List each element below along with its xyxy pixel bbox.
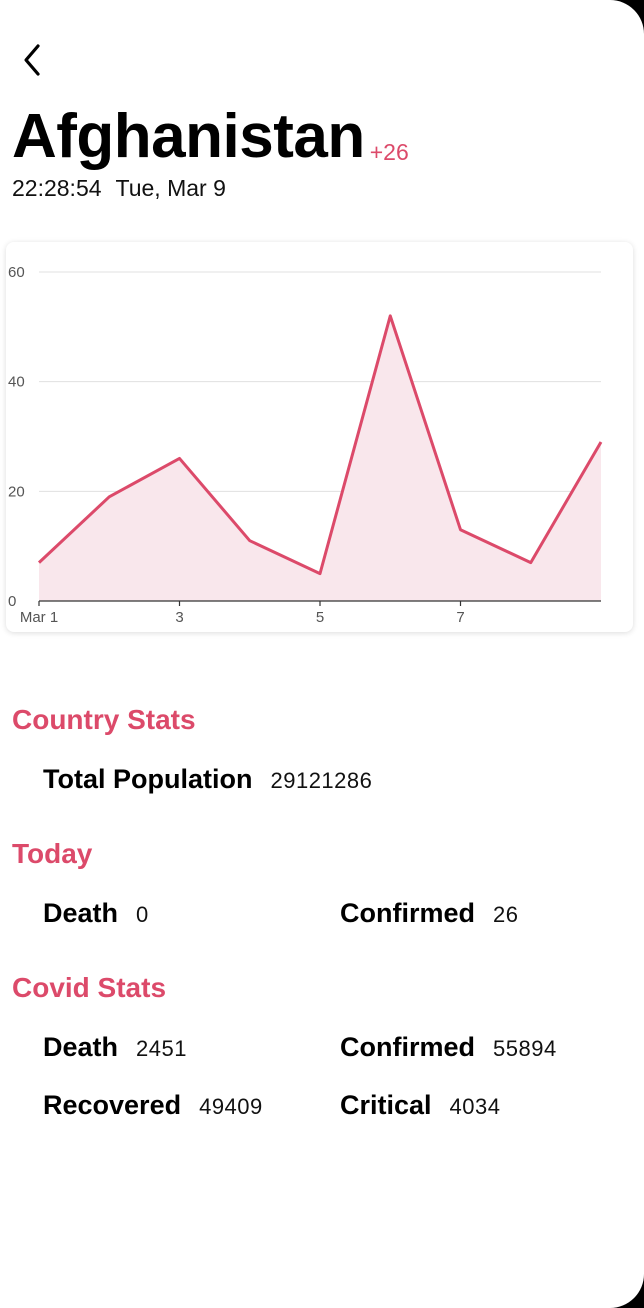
y-tick-label: 0: [8, 593, 16, 610]
y-tick-label: 60: [8, 264, 25, 281]
chevron-left-icon: [24, 44, 40, 76]
delta-badge: +26: [369, 139, 409, 165]
covid-recovered-value: 49409: [199, 1094, 263, 1119]
timestamp: 22:28:54 Tue, Mar 9: [12, 175, 226, 202]
x-tick-label: 3: [175, 609, 183, 626]
country-stats-heading: Country Stats: [12, 704, 196, 735]
covid-recovered-label: Recovered: [43, 1090, 182, 1120]
country-title: Afghanistan: [12, 102, 365, 171]
chart-card: 0 20 40 60 Mar 1 3 5 7: [6, 242, 633, 632]
covid-stats-heading: Covid Stats: [12, 972, 167, 1003]
covid-confirmed-value: 55894: [493, 1036, 557, 1061]
series-area: [39, 315, 601, 601]
today-death-stat: Death 0: [43, 898, 149, 929]
covid-critical-value: 4034: [449, 1094, 501, 1119]
covid-critical-label: Critical: [340, 1090, 432, 1120]
cases-chart: 0 20 40 60 Mar 1 3 5 7: [8, 264, 603, 626]
population-label: Total Population: [43, 764, 253, 794]
y-tick-label: 20: [8, 483, 25, 500]
back-button[interactable]: [12, 38, 52, 82]
today-heading: Today: [12, 838, 93, 869]
screen: Afghanistan +26 22:28:54 Tue, Mar 9 0 20 40…: [0, 0, 644, 1308]
date-text: Tue, Mar 9: [115, 175, 226, 201]
x-tick-label: 7: [456, 609, 464, 626]
today-death-label: Death: [43, 898, 119, 928]
covid-death-value: 2451: [136, 1036, 187, 1061]
population-stat: Total Population 29121286: [43, 764, 372, 795]
population-value: 29121286: [270, 768, 373, 793]
x-tick-label: 5: [316, 609, 324, 626]
x-tick-label: Mar 1: [20, 609, 58, 626]
today-confirmed-value: 26: [493, 902, 519, 927]
today-death-value: 0: [136, 902, 149, 927]
covid-death-stat: Death 2451: [43, 1032, 187, 1063]
covid-critical-stat: Critical 4034: [340, 1090, 501, 1121]
covid-confirmed-label: Confirmed: [340, 1032, 475, 1062]
today-confirmed-stat: Confirmed 26: [340, 898, 518, 929]
covid-death-label: Death: [43, 1032, 119, 1062]
y-tick-label: 40: [8, 374, 25, 391]
covid-recovered-stat: Recovered 49409: [43, 1090, 263, 1121]
title-row: Afghanistan +26: [12, 102, 409, 172]
covid-confirmed-stat: Confirmed 55894: [340, 1032, 557, 1063]
today-confirmed-label: Confirmed: [340, 898, 475, 928]
time-text: 22:28:54: [12, 175, 102, 201]
